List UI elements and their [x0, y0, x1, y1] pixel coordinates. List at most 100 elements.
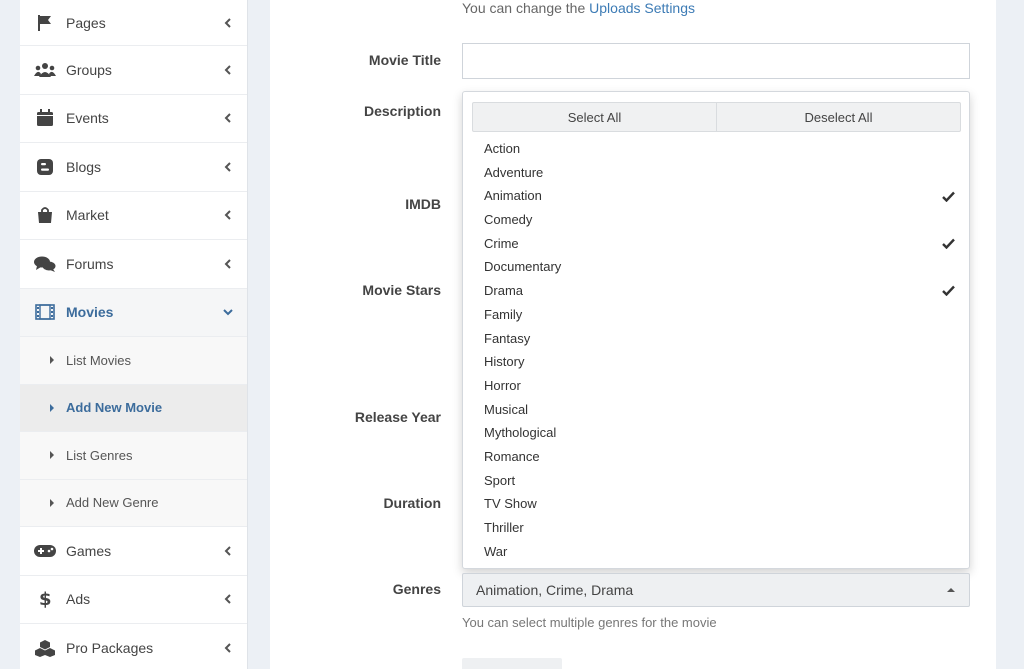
genre-option-label: Documentary	[484, 259, 562, 275]
sidebar-item-events[interactable]: Events	[20, 95, 247, 143]
sidebar-item-label: Blogs	[66, 158, 102, 175]
genres-label: Genres	[392, 581, 441, 597]
chevron-down-icon	[223, 307, 233, 317]
genre-option-label: Drama	[484, 283, 524, 299]
sidebar-subitem-label: List Genres	[66, 447, 133, 463]
movie-title-label: Movie Title	[368, 52, 441, 68]
genre-option[interactable]: Romance	[463, 445, 969, 469]
sidebar-item-games[interactable]: Games	[20, 527, 247, 576]
description-label: Description	[363, 103, 441, 119]
sidebar-item-label: Groups	[66, 61, 112, 78]
cubes-icon	[34, 637, 56, 659]
sidebar-item-blogs[interactable]: Blogs	[20, 143, 247, 192]
gamepad-icon	[34, 540, 56, 562]
release-year-label: Release Year	[354, 409, 441, 425]
genre-option-label: Horror	[484, 377, 521, 393]
genres-dropdown-menu: Select All Deselect All Action Adventure A…	[462, 91, 970, 569]
calendar-icon	[34, 107, 56, 129]
genre-option-label: Family	[484, 306, 523, 322]
chevron-left-icon	[223, 259, 233, 269]
genre-option-label: Sport	[484, 472, 516, 488]
caret-right-icon	[50, 403, 54, 412]
sidebar-item-pages[interactable]: Pages	[20, 0, 247, 46]
users-icon	[34, 59, 56, 81]
select-all-button[interactable]: Select All	[473, 103, 716, 131]
genre-option-label: Romance	[484, 448, 540, 464]
genres-select-value: Animation, Crime, Drama	[476, 582, 634, 598]
imdb-label: IMDB	[405, 196, 441, 212]
sidebar-item-movies[interactable]: Movies	[20, 288, 247, 337]
dropdown-actions: Select All Deselect All	[472, 102, 961, 132]
sidebar-subitem-add-new-genre[interactable]: Add New Genre	[20, 479, 247, 527]
chevron-left-icon	[223, 113, 233, 123]
genre-option-label: Fantasy	[484, 330, 531, 346]
genre-option[interactable]: Horror	[463, 374, 969, 398]
uploads-hint-text: You can change the	[462, 0, 590, 16]
deselect-all-button[interactable]: Deselect All	[716, 103, 960, 131]
chevron-left-icon	[223, 546, 233, 556]
genre-options-list: Action Adventure Animation Comedy Crime Docum…	[463, 137, 969, 563]
uploads-settings-link[interactable]: Uploads Settings	[589, 0, 695, 16]
chevron-left-icon	[223, 17, 233, 28]
genre-option[interactable]: Crime	[463, 232, 969, 256]
chevron-left-icon	[223, 594, 233, 604]
blogger-icon	[34, 156, 56, 178]
sidebar-item-label: Ads	[66, 591, 91, 608]
movie-title-input[interactable]	[462, 43, 970, 79]
chevron-left-icon	[223, 210, 233, 220]
genre-option-label: Comedy	[484, 212, 533, 228]
sidebar-subitem-list-movies[interactable]: List Movies	[20, 337, 247, 385]
shopping-bag-icon	[34, 204, 56, 226]
sidebar-item-forums[interactable]: Forums	[20, 240, 247, 289]
sidebar-item-label: Games	[66, 542, 112, 559]
sidebar-item-label: Events	[66, 110, 109, 127]
check-icon	[942, 184, 955, 208]
genre-option[interactable]: Action	[463, 137, 969, 161]
genre-option-label: Mythological	[484, 425, 557, 441]
genre-option-label: War	[484, 543, 508, 559]
sidebar-subitem-label: List Movies	[66, 352, 132, 368]
genre-option[interactable]: Thriller	[463, 516, 969, 540]
uploads-hint: You can change the Uploads Settings	[462, 0, 695, 16]
genre-option-label: Thriller	[484, 520, 524, 535]
genre-option[interactable]: Animation	[463, 184, 969, 208]
genre-option[interactable]: Sport	[463, 469, 969, 493]
sidebar-item-label: Pages	[66, 14, 106, 31]
sidebar-subitem-label: Add New Genre	[66, 495, 159, 511]
caret-right-icon	[50, 451, 54, 460]
sidebar-item-label: Movies	[66, 304, 114, 321]
sidebar-item-label: Forums	[66, 255, 114, 272]
genre-option-label: Musical	[484, 401, 529, 417]
genre-option[interactable]: Mythological	[463, 421, 969, 445]
genre-option[interactable]: Musical	[463, 398, 969, 422]
genre-option[interactable]: War	[463, 540, 969, 564]
caret-right-icon	[50, 498, 54, 507]
sidebar-subitem-list-genres[interactable]: List Genres	[20, 432, 247, 480]
genre-option[interactable]: Family	[463, 303, 969, 327]
flag-icon	[34, 12, 56, 34]
dollar-icon: $	[34, 588, 56, 610]
svg-text:$: $	[39, 589, 52, 609]
sidebar-item-label: Pro Packages	[66, 639, 154, 656]
genre-option-label: TV Show	[484, 496, 537, 512]
sidebar-item-ads[interactable]: $ Ads	[20, 576, 247, 624]
check-icon	[942, 279, 955, 303]
sidebar-subitem-add-new-movie[interactable]: Add New Movie	[20, 384, 247, 432]
chevron-left-icon	[223, 65, 233, 75]
caret-up-icon	[947, 588, 955, 592]
sidebar-subitem-label: Add New Movie	[66, 400, 163, 416]
genre-option[interactable]: Comedy	[463, 208, 969, 232]
genre-option[interactable]: TV Show	[463, 492, 969, 516]
genre-option[interactable]: History	[463, 350, 969, 374]
sidebar-item-pro-packages[interactable]: Pro Packages	[20, 624, 247, 669]
genre-option[interactable]: Documentary	[463, 255, 969, 279]
genre-option[interactable]: Drama	[463, 279, 969, 303]
submit-button[interactable]	[462, 658, 562, 669]
sidebar-item-market[interactable]: Market	[20, 192, 247, 240]
genre-option-label: Animation	[484, 188, 542, 204]
sidebar-item-groups[interactable]: Groups	[20, 46, 247, 95]
genre-option[interactable]: Adventure	[463, 161, 969, 185]
genre-option[interactable]: Fantasy	[463, 327, 969, 351]
genre-option-label: History	[484, 354, 525, 370]
genres-select[interactable]: Animation, Crime, Drama	[462, 573, 970, 607]
